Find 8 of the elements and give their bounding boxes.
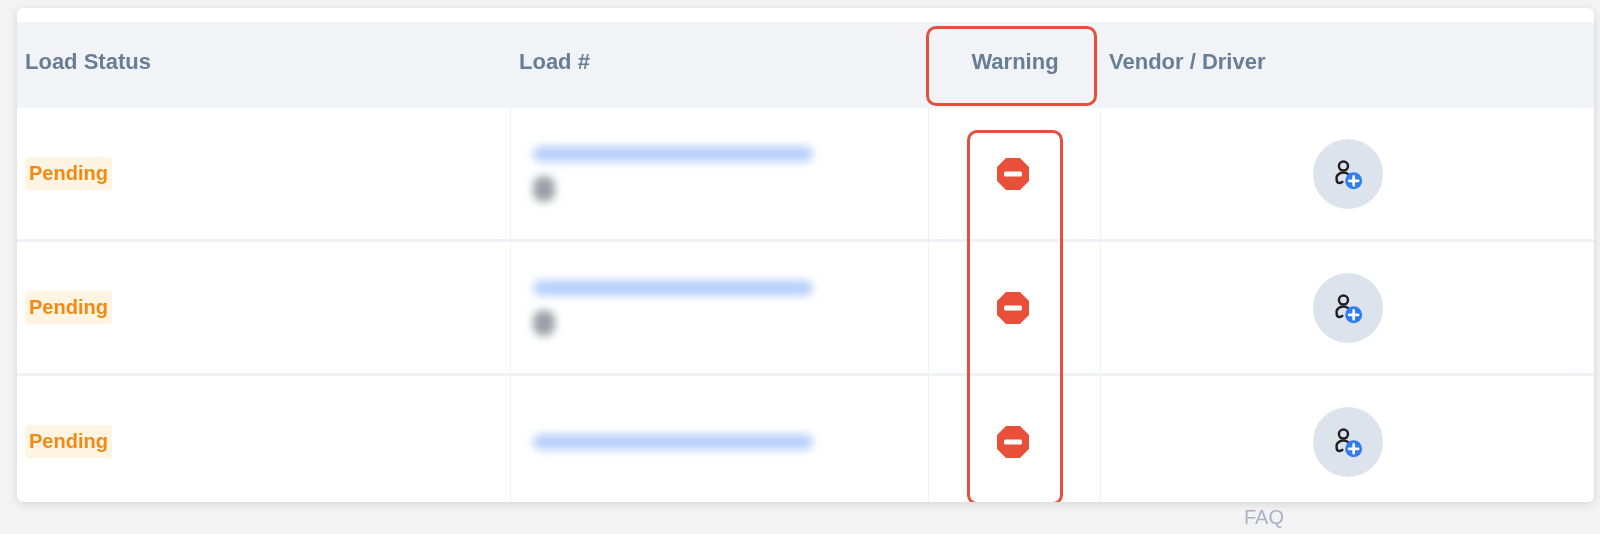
faq-link[interactable]: FAQ xyxy=(1244,506,1284,528)
column-header: Vendor / Driver xyxy=(1109,49,1266,75)
column-header: Load # xyxy=(519,49,590,75)
column-header: Load Status xyxy=(25,49,151,75)
status-badge: Pending xyxy=(25,291,112,324)
column-header: Warning xyxy=(971,49,1059,75)
status-badge: Pending xyxy=(25,157,112,190)
status-badge: Pending xyxy=(25,425,112,458)
